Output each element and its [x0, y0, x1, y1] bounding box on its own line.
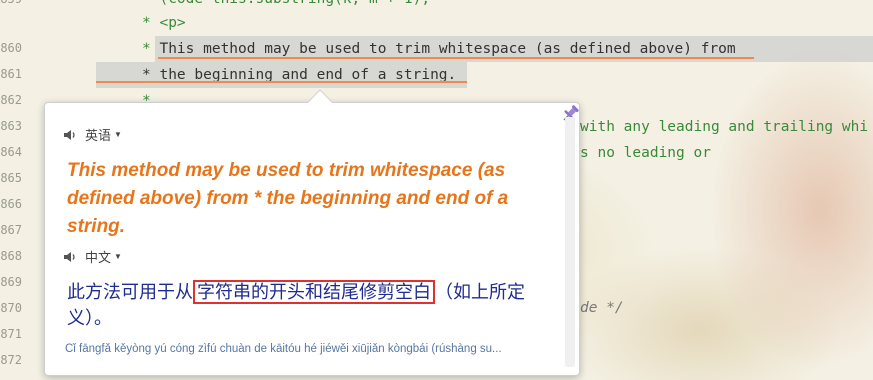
- target-language-selector[interactable]: 中文 ▼: [63, 247, 122, 266]
- source-language-label: 英语: [85, 128, 112, 143]
- translated-text: 此方法可用于从 字符串的开头和结尾修剪空白 （如上所定义）。: [67, 279, 547, 331]
- translated-text-prefix: 此方法可用于从: [67, 282, 193, 302]
- line-number: 865: [0, 171, 22, 185]
- chevron-down-icon: ▼: [114, 130, 122, 139]
- line-number: 868: [0, 249, 22, 263]
- speaker-icon[interactable]: [63, 250, 77, 264]
- comment-marker: *: [142, 41, 160, 57]
- line-number: 861: [0, 67, 22, 81]
- code-line: s no leading or: [580, 145, 711, 161]
- source-text: This method may be used to trim whitespa…: [67, 160, 509, 237]
- source-language-selector[interactable]: 英语 ▼: [63, 125, 122, 144]
- speaker-icon[interactable]: [63, 128, 77, 142]
- selection-underline: [158, 57, 754, 59]
- line-number: 870: [0, 301, 22, 315]
- scrollbar[interactable]: [565, 117, 575, 367]
- line-number: 859: [0, 0, 22, 6]
- selected-text: This method may be used to trim whitespa…: [159, 41, 736, 57]
- code-line: with any leading and trailing whi: [580, 119, 869, 135]
- line-number-gutter: 859 860 861 862 863 864 865 866 867 868 …: [0, 0, 44, 380]
- selected-text: * the beginning and end of a string.: [142, 67, 457, 83]
- code-line: de */: [580, 300, 624, 316]
- line-number: 867: [0, 223, 22, 237]
- line-number: 864: [0, 145, 22, 159]
- line-number: 871: [0, 327, 22, 341]
- translation-popup: 英语 ▼ This method may be used to trim whi…: [44, 89, 580, 376]
- line-number: 872: [0, 353, 22, 367]
- pinyin-text: Cǐ fāngfǎ kěyòng yú cóng zìfú chuàn de k…: [65, 343, 502, 355]
- line-number: 866: [0, 197, 22, 211]
- selection-underline: [96, 81, 467, 83]
- highlighted-translation: 字符串的开头和结尾修剪空白: [193, 280, 435, 304]
- chevron-down-icon: ▼: [114, 252, 122, 261]
- line-number: 869: [0, 275, 22, 289]
- line-number: 860: [0, 41, 22, 55]
- target-language-label: 中文: [85, 250, 112, 265]
- line-number: 862: [0, 93, 22, 107]
- code-line: * <p>: [142, 15, 186, 31]
- line-number: 863: [0, 119, 22, 133]
